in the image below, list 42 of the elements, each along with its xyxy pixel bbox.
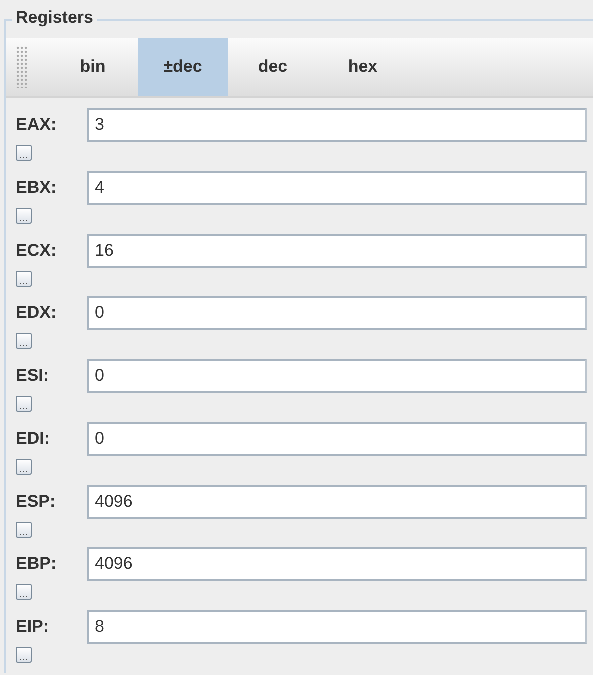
- register-field[interactable]: 4: [87, 170, 587, 205]
- ellipsis-icon: [20, 595, 28, 600]
- register-label: EBX:: [16, 178, 58, 198]
- ellipsis-button[interactable]: [16, 522, 32, 538]
- format-tab[interactable]: ±dec: [138, 38, 228, 96]
- ellipsis-button[interactable]: [16, 396, 32, 412]
- ellipsis-button[interactable]: [16, 584, 32, 600]
- format-tab[interactable]: bin: [48, 38, 138, 96]
- panel-title: Registers: [12, 8, 98, 28]
- register-label: EDI:: [16, 428, 51, 449]
- ellipsis-button[interactable]: [16, 333, 32, 350]
- ellipsis-button[interactable]: [16, 647, 32, 664]
- ellipsis-icon: [20, 344, 28, 348]
- register-field[interactable]: 0: [87, 359, 587, 394]
- register-field[interactable]: 4096: [87, 484, 587, 519]
- ellipsis-icon: [20, 156, 28, 160]
- ellipsis-icon: [20, 658, 28, 662]
- ellipsis-icon: [20, 218, 28, 223]
- register-field[interactable]: 0: [87, 422, 587, 456]
- ellipsis-button[interactable]: [16, 145, 32, 161]
- register-label: EAX:: [16, 115, 58, 135]
- register-label: EDX:: [16, 303, 58, 324]
- register-field[interactable]: 4096: [87, 547, 587, 582]
- grip-handle[interactable]: [16, 46, 28, 88]
- ellipsis-icon: [20, 532, 28, 537]
- ellipsis-icon: [20, 282, 28, 286]
- register-field[interactable]: 16: [87, 234, 587, 268]
- ellipsis-button[interactable]: [16, 270, 32, 287]
- register-field[interactable]: 3: [87, 108, 587, 142]
- register-label: ESP:: [16, 492, 57, 512]
- register-label: EIP:: [16, 617, 50, 638]
- register-label: ESI:: [16, 366, 50, 386]
- format-tab[interactable]: dec: [228, 38, 318, 96]
- register-field[interactable]: 8: [87, 610, 587, 644]
- register-field[interactable]: 0: [87, 296, 587, 330]
- ellipsis-button[interactable]: [16, 458, 32, 475]
- format-tab[interactable]: hex: [318, 38, 408, 96]
- ellipsis-button[interactable]: [16, 208, 32, 224]
- ellipsis-icon: [20, 407, 28, 412]
- register-label: ECX:: [16, 240, 58, 261]
- register-label: EBP:: [16, 554, 58, 574]
- ellipsis-icon: [20, 470, 28, 474]
